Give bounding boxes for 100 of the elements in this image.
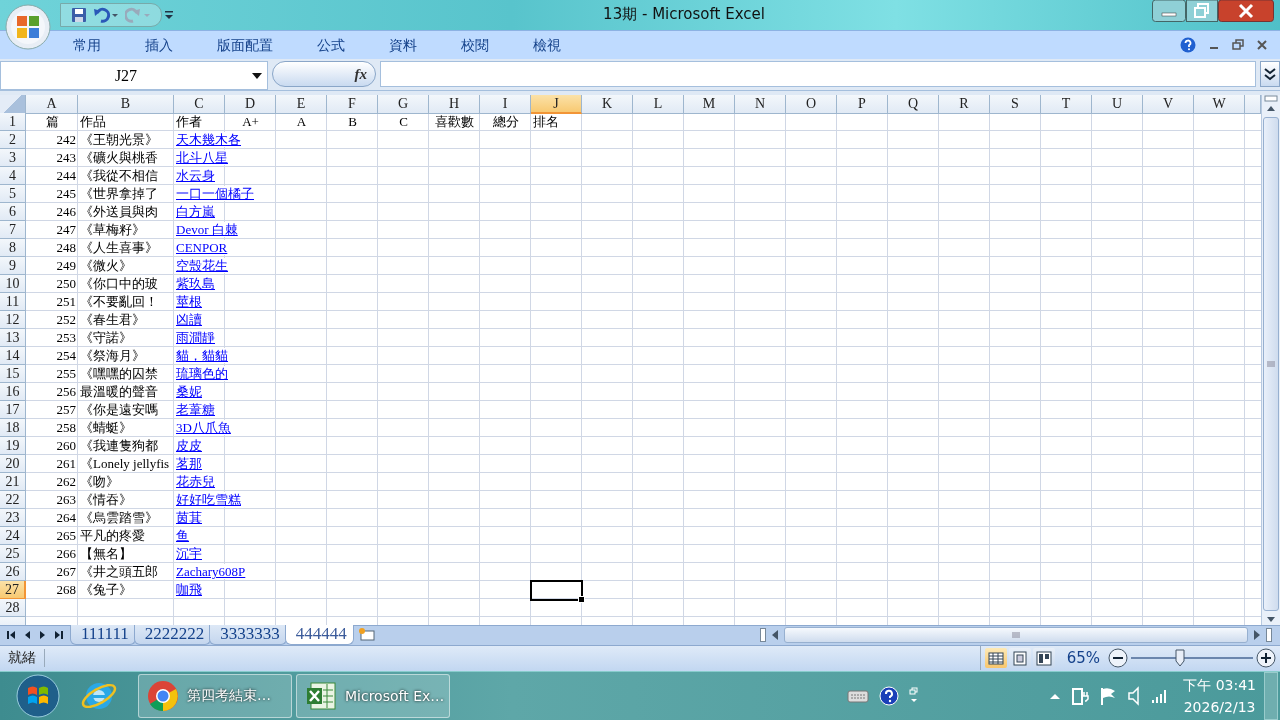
- column-header[interactable]: G: [378, 95, 429, 114]
- row-header[interactable]: 17: [0, 401, 26, 419]
- row-header[interactable]: 5: [0, 185, 26, 203]
- column-header[interactable]: N: [735, 95, 786, 114]
- restore-icon[interactable]: [1232, 39, 1244, 51]
- row-header[interactable]: 3: [0, 149, 26, 167]
- column-header[interactable]: D: [225, 95, 276, 114]
- ribbon-tab[interactable]: 資料: [374, 34, 432, 56]
- name-box[interactable]: J27: [0, 61, 268, 90]
- split-handle-icon[interactable]: [1266, 628, 1272, 643]
- row-header[interactable]: 20: [0, 455, 26, 473]
- zoom-in-button[interactable]: [1256, 648, 1276, 669]
- ribbon-tab[interactable]: 公式: [302, 34, 360, 56]
- ribbon-tab[interactable]: 插入: [130, 34, 188, 56]
- flag-icon[interactable]: [1099, 685, 1118, 706]
- author-link[interactable]: 莖根: [176, 294, 204, 309]
- active-cell[interactable]: [531, 581, 582, 600]
- row-header[interactable]: 18: [0, 419, 26, 437]
- row-header[interactable]: 8: [0, 239, 26, 257]
- author-link[interactable]: 咖飛: [176, 582, 204, 597]
- author-link[interactable]: 白方嵐: [176, 204, 217, 219]
- column-header[interactable]: Q: [888, 95, 939, 114]
- row-header[interactable]: 1: [0, 113, 26, 131]
- help-icon[interactable]: [1180, 37, 1196, 53]
- author-link[interactable]: 琉璃色的: [176, 366, 230, 381]
- column-header[interactable]: H: [429, 95, 480, 114]
- author-link[interactable]: 皮皮: [176, 438, 204, 453]
- column-header[interactable]: E: [276, 95, 327, 114]
- column-header[interactable]: V: [1143, 95, 1194, 114]
- insert-function-button[interactable]: fx: [272, 61, 376, 88]
- row-header[interactable]: 12: [0, 311, 26, 329]
- ribbon-tab[interactable]: 檢視: [518, 34, 576, 56]
- author-link[interactable]: 貓，貓貓: [176, 348, 230, 363]
- author-link[interactable]: Zachary608P: [176, 564, 248, 579]
- row-header[interactable]: 16: [0, 383, 26, 401]
- column-header[interactable]: F: [327, 95, 378, 114]
- column-header[interactable]: I: [480, 95, 531, 114]
- row-header[interactable]: 10: [0, 275, 26, 293]
- expand-formula-bar-button[interactable]: [1260, 61, 1280, 88]
- column-header[interactable]: J: [531, 95, 582, 114]
- undo-icon[interactable]: [93, 6, 119, 23]
- close-button[interactable]: [1218, 0, 1274, 22]
- show-hidden-icons-icon[interactable]: [1049, 691, 1062, 700]
- vertical-scroll-thumb[interactable]: [1263, 117, 1279, 611]
- author-link[interactable]: 天木幾木各: [176, 132, 243, 147]
- speaker-icon[interactable]: [1127, 685, 1142, 706]
- ribbon-tab[interactable]: 版面配置: [202, 34, 288, 56]
- zoom-out-button[interactable]: [1108, 648, 1128, 669]
- author-link[interactable]: 北斗八星: [176, 150, 230, 165]
- author-link[interactable]: 茗那: [176, 456, 204, 471]
- row-header[interactable]: 11: [0, 293, 26, 311]
- page-break-button[interactable]: [1032, 648, 1055, 669]
- row-header[interactable]: 4: [0, 167, 26, 185]
- horizontal-scroll-thumb[interactable]: [783, 627, 1248, 644]
- column-header[interactable]: P: [837, 95, 888, 114]
- insert-sheet-icon[interactable]: [357, 628, 376, 643]
- author-link[interactable]: 水云身: [176, 168, 217, 183]
- row-header[interactable]: 23: [0, 509, 26, 527]
- author-link[interactable]: 好好吃雪糕: [176, 492, 243, 507]
- close-icon[interactable]: [1256, 39, 1268, 51]
- page-layout-button[interactable]: [1008, 648, 1031, 669]
- author-link[interactable]: 一口一個橘子: [176, 186, 256, 201]
- column-header[interactable]: L: [633, 95, 684, 114]
- minimize-button[interactable]: [1152, 0, 1186, 22]
- author-link[interactable]: 3D八爪魚: [176, 420, 233, 435]
- ribbon-tab[interactable]: 校閱: [446, 34, 504, 56]
- row-header[interactable]: 13: [0, 329, 26, 347]
- column-header[interactable]: C: [174, 95, 225, 114]
- scroll-right-icon[interactable]: [1252, 629, 1262, 642]
- ribbon-tab[interactable]: 常用: [58, 34, 116, 56]
- save-icon[interactable]: [71, 6, 87, 23]
- split-handle-icon[interactable]: [759, 628, 766, 643]
- restore-button[interactable]: [1186, 0, 1218, 22]
- power-icon[interactable]: [1071, 685, 1090, 706]
- author-link[interactable]: 沉宇: [176, 546, 204, 561]
- last-sheet-icon[interactable]: [54, 630, 64, 641]
- author-link[interactable]: 紫玖島: [176, 276, 217, 291]
- first-sheet-icon[interactable]: [6, 630, 16, 641]
- row-header[interactable]: 26: [0, 563, 26, 581]
- author-link[interactable]: 鱼: [176, 528, 191, 543]
- formula-input[interactable]: [380, 61, 1256, 88]
- column-header[interactable]: W: [1194, 95, 1245, 114]
- normal-view-button[interactable]: [984, 648, 1007, 669]
- row-header[interactable]: 25: [0, 545, 26, 563]
- author-link[interactable]: 凶讀: [176, 312, 204, 327]
- author-link[interactable]: Devor 白棘: [176, 222, 240, 237]
- help-icon[interactable]: [879, 685, 900, 706]
- keyboard-icon[interactable]: [847, 688, 870, 703]
- split-handle-icon[interactable]: [1264, 95, 1278, 103]
- column-header[interactable]: S: [990, 95, 1041, 114]
- column-header[interactable]: O: [786, 95, 837, 114]
- row-header[interactable]: 14: [0, 347, 26, 365]
- row-header[interactable]: 19: [0, 437, 26, 455]
- row-header[interactable]: 7: [0, 221, 26, 239]
- row-header[interactable]: 9: [0, 257, 26, 275]
- row-header[interactable]: 2: [0, 131, 26, 149]
- author-link[interactable]: 老葦糖: [176, 402, 217, 417]
- column-header[interactable]: K: [582, 95, 633, 114]
- column-header[interactable]: M: [684, 95, 735, 114]
- row-header[interactable]: 24: [0, 527, 26, 545]
